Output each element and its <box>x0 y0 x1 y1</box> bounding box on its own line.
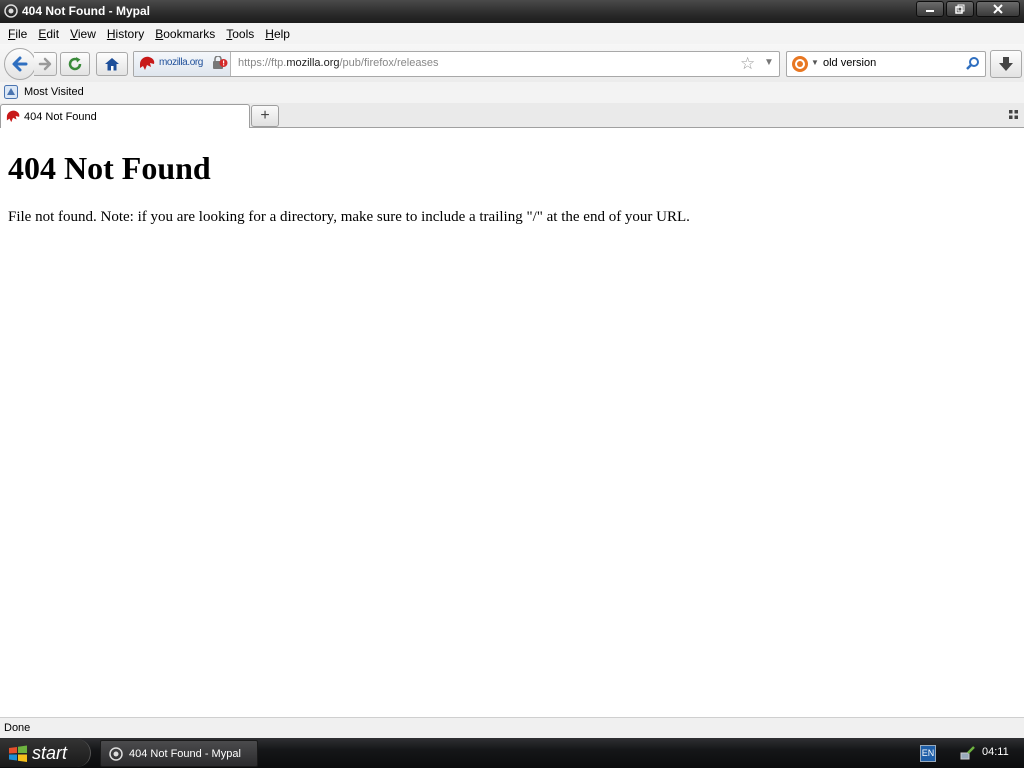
clock[interactable]: 04:11 <box>982 746 1009 758</box>
page-content: 404 Not Found File not found. Note: if y… <box>0 128 1024 717</box>
search-icon[interactable] <box>966 56 980 70</box>
url-path: /pub/firefox/releases <box>339 57 439 69</box>
most-visited-bookmark[interactable]: Most Visited <box>24 86 84 98</box>
most-visited-icon <box>4 85 18 99</box>
url-dropdown-icon[interactable]: ▼ <box>764 57 774 68</box>
mypal-app-icon <box>4 4 18 18</box>
site-identity-button[interactable]: mozilla.org <box>134 52 231 76</box>
back-arrow-icon <box>12 56 28 72</box>
taskbar-window-button[interactable]: 404 Not Found - Mypal <box>100 740 258 767</box>
minimize-button[interactable] <box>916 1 944 17</box>
tab-strip: 404 Not Found + <box>0 103 1024 128</box>
home-icon <box>105 58 119 71</box>
home-button[interactable] <box>96 52 128 76</box>
insecure-lock-icon <box>213 56 228 69</box>
back-button[interactable] <box>4 48 36 80</box>
minimize-icon <box>926 10 934 12</box>
forward-button[interactable] <box>34 52 57 76</box>
language-indicator[interactable]: EN <box>920 745 936 762</box>
status-text: Done <box>4 722 31 734</box>
url-text[interactable]: https://ftp.mozilla.org/pub/firefox/rele… <box>238 57 439 69</box>
menu-bookmarks[interactable]: Bookmarks <box>155 27 215 41</box>
menu-edit[interactable]: Edit <box>38 27 59 41</box>
close-button[interactable] <box>976 1 1020 17</box>
window-title: 404 Not Found - Mypal <box>22 4 151 18</box>
bookmarks-toolbar: Most Visited <box>0 82 1024 104</box>
system-tray: EN 04:11 <box>912 738 1024 768</box>
url-bar[interactable]: mozilla.org https://ftp.mozilla.org/pub/… <box>133 51 780 77</box>
download-arrow-icon <box>999 57 1013 71</box>
reload-button[interactable] <box>60 52 90 76</box>
navigation-toolbar: mozilla.org https://ftp.mozilla.org/pub/… <box>0 44 1024 82</box>
list-all-tabs-icon[interactable] <box>1009 110 1018 119</box>
forward-arrow-icon <box>38 57 52 71</box>
close-icon <box>993 4 1003 14</box>
new-tab-button[interactable]: + <box>251 105 279 127</box>
search-input[interactable]: old version <box>823 57 876 69</box>
plus-icon: + <box>260 107 270 124</box>
tab-favicon-icon <box>6 110 20 123</box>
page-heading: 404 Not Found <box>8 150 211 186</box>
window-titlebar: 404 Not Found - Mypal <box>0 0 1024 23</box>
url-prefix: https://ftp. <box>238 57 287 69</box>
start-label: start <box>32 743 68 763</box>
search-bar[interactable]: ▼ old version <box>786 51 986 77</box>
mozilla-dino-icon <box>140 56 155 70</box>
restore-icon <box>955 4 965 14</box>
error-message: File not found. Note: if you are looking… <box>8 209 690 225</box>
menu-tools[interactable]: Tools <box>226 27 254 41</box>
bookmark-star-icon[interactable]: ☆ <box>740 54 755 74</box>
windows-flag-icon <box>9 745 27 762</box>
site-identity-label: mozilla.org <box>159 57 203 68</box>
network-icon[interactable] <box>960 745 976 761</box>
menu-bar: File Edit View History Bookmarks Tools H… <box>0 23 1024 44</box>
engine-dropdown-icon[interactable]: ▼ <box>811 58 819 67</box>
status-bar: Done <box>0 717 1024 739</box>
taskbar-window-label: 404 Not Found - Mypal <box>129 748 241 760</box>
url-host: mozilla.org <box>286 57 340 69</box>
windows-taskbar: start 404 Not Found - Mypal EN 04:11 <box>0 738 1024 768</box>
tab-label: 404 Not Found <box>24 111 97 123</box>
start-button[interactable]: start <box>0 739 91 767</box>
menu-file[interactable]: File <box>8 27 27 41</box>
menu-history[interactable]: History <box>107 27 144 41</box>
menu-view[interactable]: View <box>70 27 96 41</box>
reload-icon <box>68 57 82 71</box>
downloads-button[interactable] <box>990 50 1022 78</box>
restore-button[interactable] <box>946 1 974 17</box>
menu-help[interactable]: Help <box>265 27 290 41</box>
tab-404-not-found[interactable]: 404 Not Found <box>0 104 250 128</box>
mypal-task-icon <box>109 747 123 761</box>
search-engine-icon[interactable] <box>791 55 809 73</box>
